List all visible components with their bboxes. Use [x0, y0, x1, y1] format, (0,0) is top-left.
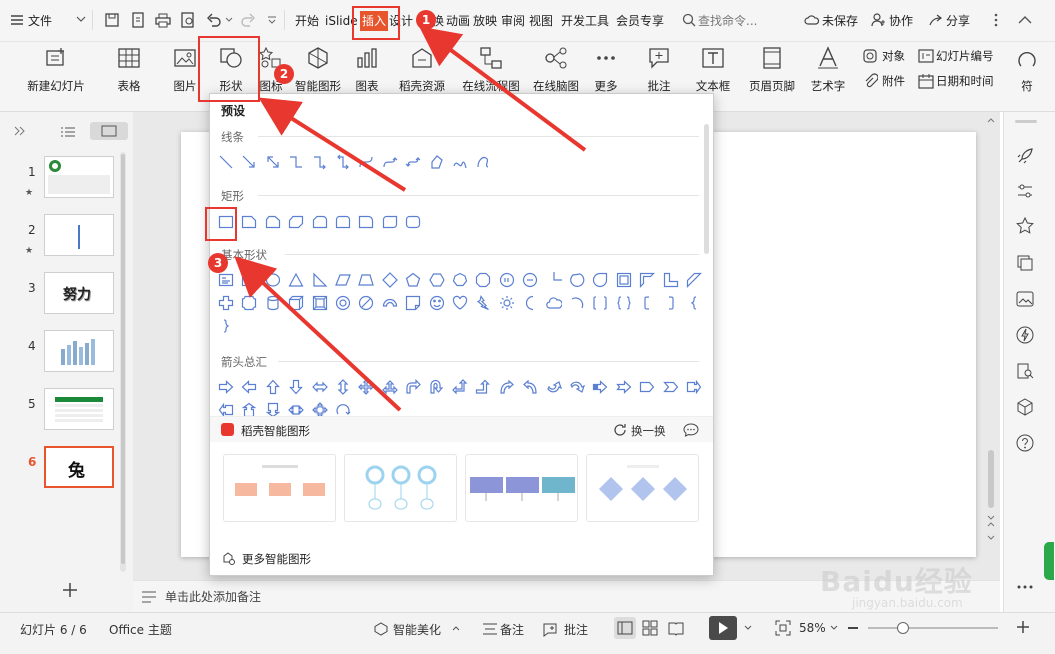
arrow-to-shape-button — [258, 97, 407, 192]
arrow-to-rectangle — [234, 256, 402, 412]
watermark-text: Baidu经验 — [820, 565, 973, 598]
baidu-watermark: Baidu经验 jingyan.baidu.com — [812, 560, 1002, 612]
annotation-arrows — [234, 26, 587, 412]
watermark-url: jingyan.baidu.com — [852, 596, 963, 610]
arrow-to-insert-tab — [419, 26, 587, 152]
